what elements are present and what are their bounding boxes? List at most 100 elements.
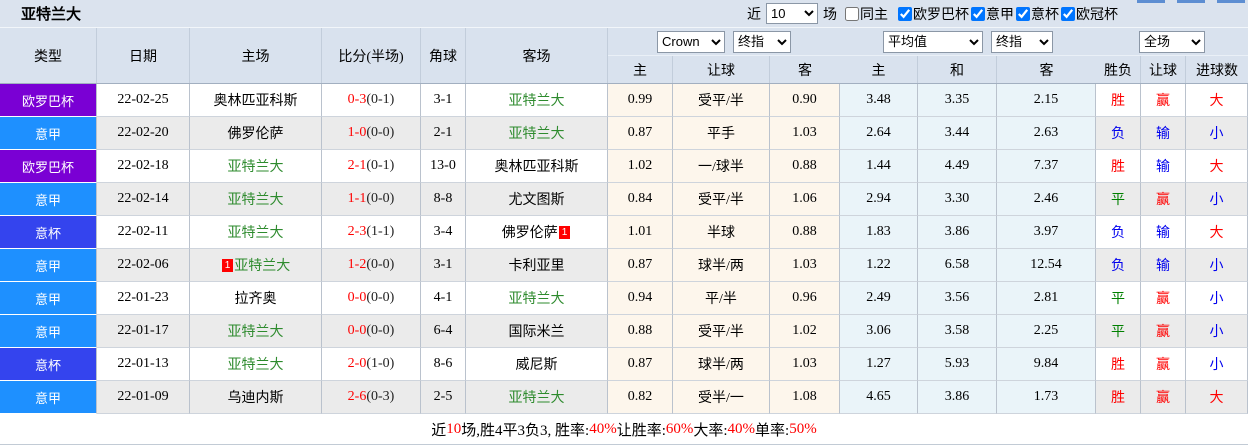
euro-source-select[interactable]: 平均值 [883,30,983,53]
match-row: 欧罗巴杯 22-02-25 奥林匹亚科斯 0-3 (0-1) 3-1 亚特兰大 0.99 受平/… [0,84,1248,117]
red-card-badge: 1 [221,258,234,272]
score: 0-3 (0-1) [322,84,421,117]
match-date: 22-01-23 [97,282,190,315]
result-winloss: 负 [1096,249,1141,282]
match-row: 意甲 22-01-09 乌迪内斯 2-6 (0-3) 2-5 亚特兰大 0.82 受半/一 1.0… [0,381,1248,414]
euro-home-odds: 1.22 [840,249,918,282]
col-header-date: 日期 [97,28,190,83]
same-home-checkbox[interactable] [845,6,859,21]
col-header-crown-away: 客 [798,63,812,79]
result-handicap: 赢 [1141,315,1186,348]
coppa-italia-label: 意杯 [1031,7,1059,23]
away-team: 尤文图斯 [466,183,608,216]
corner-score: 8-8 [421,183,466,216]
euro-draw-odds: 3.35 [918,84,997,117]
euro-away-odds: 7.37 [997,150,1096,183]
euro-away-odds: 2.63 [997,117,1096,150]
asian-handicap-group: Crown 终指 主 让球 客 [608,28,840,83]
competition-badge: 意甲 [0,249,97,282]
euro-home-odds: 2.94 [840,183,918,216]
crown-home-odds: 1.01 [608,216,673,249]
recent-label: 近 [747,7,761,23]
euro-odds-group: 平均值 终指 主 和 客 [840,28,1096,83]
euro-draw-odds: 4.49 [918,150,997,183]
europa-league-checkbox[interactable] [898,6,912,21]
col-header-handicap: 让球 [1141,56,1186,83]
euro-home-odds: 3.06 [840,315,918,348]
corner-score: 6-4 [421,315,466,348]
euro-draw-odds: 5.93 [918,348,997,381]
euro-draw-odds: 3.44 [918,117,997,150]
euro-mode-select[interactable]: 终指 [991,30,1053,53]
euro-away-odds: 2.25 [997,315,1096,348]
away-team: 亚特兰大 [466,282,608,315]
result-handicap: 赢 [1141,381,1186,414]
euro-draw-odds: 3.86 [918,216,997,249]
col-header-euro-home: 主 [840,56,918,83]
result-goals: 大 [1186,84,1248,117]
scope-select-row: 全场 [1096,28,1248,56]
result-goals: 大 [1186,381,1248,414]
match-date: 22-01-17 [97,315,190,348]
crown-away-odds: 0.96 [770,282,840,315]
tab-stub[interactable] [1177,0,1205,3]
tab-stub[interactable] [1217,0,1245,3]
result-winloss: 胜 [1096,84,1141,117]
euro-home-odds: 1.83 [840,216,918,249]
footer-stat: 单率: [755,422,790,439]
crown-home-odds: 0.84 [608,183,673,216]
euro-home-odds: 1.44 [840,150,918,183]
recent-count-select[interactable]: 10 [766,3,818,24]
crown-away-odds: 1.03 [770,117,840,150]
crown-away-odds: 1.03 [770,348,840,381]
competition-badge: 意甲 [0,381,97,414]
result-winloss: 平 [1096,282,1141,315]
filter-champions-league[interactable]: 欧冠杯 [1061,4,1118,24]
result-goals: 大 [1186,216,1248,249]
tab-stubs [1125,0,1245,3]
corner-score: 13-0 [421,150,466,183]
bookmaker-select[interactable]: Crown [657,30,725,53]
away-team: 亚特兰大 [466,84,608,117]
bookmaker-select-row: Crown 终指 [608,28,840,56]
corner-score: 4-1 [421,282,466,315]
euro-select-row: 平均值 终指 [840,28,1096,56]
crown-home-odds: 1.02 [608,150,673,183]
result-winloss: 胜 [1096,348,1141,381]
crown-away-odds: 1.08 [770,381,840,414]
tab-stub[interactable] [1137,0,1165,3]
bookmaker-mode-select[interactable]: 终指 [733,30,791,53]
title-bar: 亚特兰大 近 10 场 同主 欧罗巴杯 意甲 意杯 欧冠杯 [0,0,1248,28]
col-header-home: 主场 [190,28,322,83]
footer-stat: 10 [446,420,462,437]
champions-league-checkbox[interactable] [1061,6,1075,21]
away-team: 亚特兰大 [466,117,608,150]
coppa-italia-checkbox[interactable] [1016,6,1030,21]
same-home-label: 同主 [860,7,888,23]
home-team: 亚特兰大 [190,348,322,381]
result-goals: 小 [1186,348,1248,381]
filter-europa-league[interactable]: 欧罗巴杯 [898,4,969,24]
home-team: 乌迪内斯 [190,381,322,414]
col-header-crown-home: 主 [608,56,673,83]
serie-a-checkbox[interactable] [971,6,985,21]
competition-badge: 意甲 [0,183,97,216]
crown-handicap: 平/半 [673,282,770,315]
scope-select[interactable]: 全场 [1139,30,1205,53]
footer-stat: 40% [727,420,756,437]
filter-coppa-italia[interactable]: 意杯 [1016,4,1059,24]
result-winloss: 负 [1096,216,1141,249]
results-group: 全场 胜负 让球 进球数 [1096,28,1248,83]
col-header-goals: 进球数 [1196,63,1238,79]
same-home-filter[interactable]: 同主 [845,4,888,24]
corner-score: 3-1 [421,84,466,117]
euro-draw-odds: 3.58 [918,315,997,348]
champions-league-label: 欧冠杯 [1076,7,1118,23]
away-team: 佛罗伦萨 1 [466,216,608,249]
score: 2-0 (1-0) [322,348,421,381]
home-team: 亚特兰大 [190,183,322,216]
filter-serie-a[interactable]: 意甲 [971,4,1014,24]
euro-away-odds: 1.73 [997,381,1096,414]
match-date: 22-02-25 [97,84,190,117]
match-row: 意甲 22-02-20 佛罗伦萨 1-0 (0-0) 2-1 亚特兰大 0.87 平手 1.03 2… [0,117,1248,150]
